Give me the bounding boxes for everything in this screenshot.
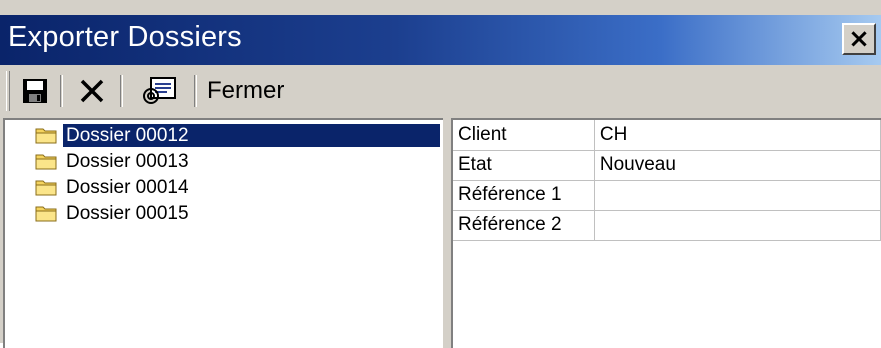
property-value[interactable]: CH: [594, 120, 881, 151]
pane-splitter[interactable]: [443, 118, 451, 348]
toolbar-separator: [194, 75, 197, 107]
folder-icon: [35, 180, 57, 196]
properties-grid: Client CH Etat Nouveau Référence 1 Référ…: [451, 118, 881, 348]
toolbar-separator: [60, 75, 63, 107]
tree-item-label: Dossier 00013: [66, 151, 189, 172]
window-title: Exporter Dossiers: [8, 21, 242, 53]
save-icon: [23, 79, 47, 103]
toolbar: Fermer: [0, 65, 881, 117]
save-button[interactable]: [18, 74, 52, 108]
toolbar-grip[interactable]: [6, 71, 10, 111]
property-row[interactable]: Référence 1: [453, 180, 881, 211]
tree-item-label: Dossier 00012: [63, 124, 440, 147]
property-name: Client: [453, 120, 595, 151]
title-bar[interactable]: Exporter Dossiers ×: [0, 15, 881, 65]
toolbar-separator: [120, 75, 123, 107]
tree-item-label: Dossier 00015: [66, 203, 189, 224]
folder-icon: [35, 128, 57, 144]
property-value[interactable]: [594, 180, 881, 211]
export-icon: [143, 77, 176, 104]
property-name: Référence 1: [453, 180, 595, 211]
folder-icon: [35, 154, 57, 170]
window-close-button[interactable]: ×: [842, 23, 876, 55]
property-value[interactable]: Nouveau: [594, 150, 881, 181]
property-value[interactable]: [594, 210, 881, 241]
export-button[interactable]: [136, 74, 186, 108]
close-button[interactable]: Fermer: [207, 77, 284, 105]
delete-icon: [80, 79, 104, 103]
folder-icon: [35, 206, 57, 222]
tree-item-label: Dossier 00014: [66, 177, 189, 198]
export-dossiers-window: Exporter Dossiers × Fermer Dossier 00012…: [0, 0, 881, 348]
dossier-tree[interactable]: Dossier 00012 Dossier 00013 Dossier 0001…: [3, 118, 443, 348]
property-row[interactable]: Client CH: [453, 120, 881, 151]
delete-button[interactable]: [72, 74, 112, 108]
property-name: Etat: [453, 150, 595, 181]
property-row[interactable]: Etat Nouveau: [453, 150, 881, 181]
property-name: Référence 2: [453, 210, 595, 241]
property-row[interactable]: Référence 2: [453, 210, 881, 241]
